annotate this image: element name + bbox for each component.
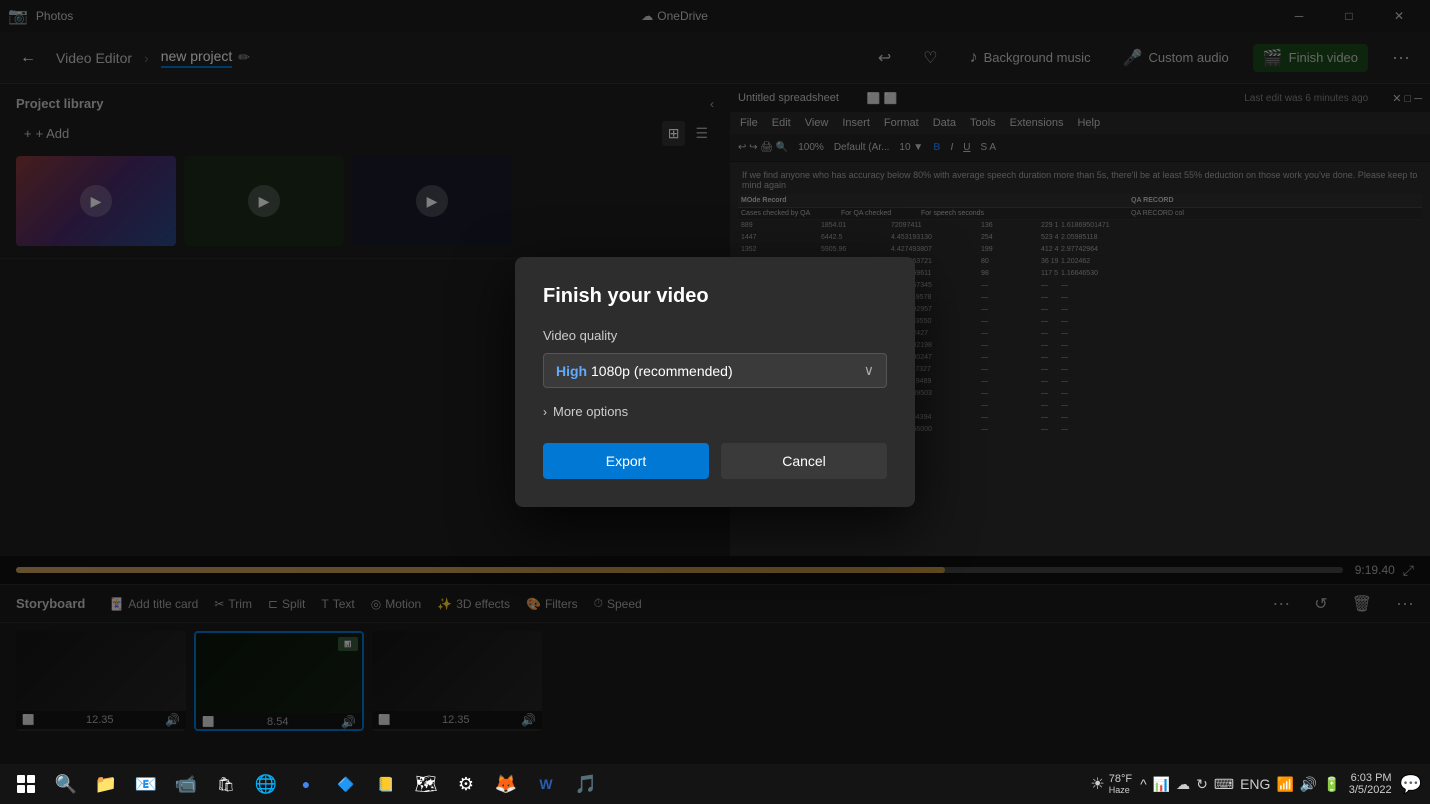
vlc-taskbar-button[interactable]: 🎵 [568, 766, 604, 802]
more-options-toggle[interactable]: › More options [543, 404, 887, 419]
word-taskbar-button[interactable]: W [528, 766, 564, 802]
clock-date: 3/5/2022 [1349, 784, 1392, 796]
finish-video-modal: Finish your video Video quality High 108… [515, 257, 915, 507]
battery-icon[interactable]: 🔋 [1323, 776, 1340, 793]
chrome-taskbar-button[interactable]: ● [288, 766, 324, 802]
file-explorer-taskbar-button[interactable]: 📁 [88, 766, 124, 802]
modal-buttons: Export Cancel [543, 443, 887, 479]
notification-button[interactable]: 💬 [1400, 774, 1422, 795]
weather-icon: ☀ [1090, 774, 1104, 794]
vpn-taskbar-button[interactable]: 🔷 [328, 766, 364, 802]
taskbar-clock[interactable]: 6:03 PM 3/5/2022 [1349, 772, 1392, 796]
modal-overlay: Finish your video Video quality High 108… [0, 0, 1430, 764]
settings-taskbar-button[interactable]: ⚙ [448, 766, 484, 802]
weather-text: 78°F Haze [1109, 773, 1132, 795]
tray-chevron[interactable]: ^ [1140, 776, 1147, 792]
language-indicator[interactable]: ENG [1240, 776, 1270, 792]
outlook-taskbar-button[interactable]: 📧 [128, 766, 164, 802]
maps-taskbar-button[interactable]: 🗺 [408, 766, 444, 802]
search-taskbar-button[interactable]: 🔍 [48, 766, 84, 802]
weather-widget[interactable]: ☀ 78°F Haze [1090, 773, 1132, 795]
edge-taskbar-button[interactable]: 🌐 [248, 766, 284, 802]
volume-icon[interactable]: 🔊 [1300, 776, 1317, 793]
start-button[interactable] [8, 766, 44, 802]
taskbar: 🔍 📁 📧 📹 🛍 🌐 ● 🔷 📒 🗺 ⚙ 🦊 W 🎵 ☀ 78°F Haze … [0, 764, 1430, 804]
discord-taskbar-button[interactable]: 📒 [368, 766, 404, 802]
clock-time: 6:03 PM [1349, 772, 1392, 784]
cancel-button[interactable]: Cancel [721, 443, 887, 479]
quality-value: High 1080p (recommended) [556, 363, 733, 379]
more-options-label: More options [553, 404, 628, 419]
wifi-icon[interactable]: 📶 [1276, 776, 1293, 793]
modal-title: Finish your video [543, 285, 887, 308]
more-options-chevron: › [543, 405, 547, 419]
start-icon [17, 775, 35, 793]
store-taskbar-button[interactable]: 🛍 [208, 766, 244, 802]
weather-condition: Haze [1109, 785, 1132, 795]
export-button[interactable]: Export [543, 443, 709, 479]
firefox-taskbar-button[interactable]: 🦊 [488, 766, 524, 802]
teams-taskbar-button[interactable]: 📹 [168, 766, 204, 802]
keyboard-icon[interactable]: ⌨ [1214, 776, 1234, 793]
quality-label: Video quality [543, 328, 887, 343]
quality-select[interactable]: High 1080p (recommended) ∨ [543, 353, 887, 388]
taskbar-right: ☀ 78°F Haze ^ 📊 ☁ ↻ ⌨ ENG 📶 🔊 🔋 6:03 PM … [1090, 772, 1422, 796]
system-tray: ^ 📊 ☁ ↻ ⌨ ENG 📶 🔊 🔋 [1140, 776, 1341, 793]
tray-icon1[interactable]: 📊 [1153, 776, 1170, 793]
temperature: 78°F [1109, 773, 1132, 785]
quality-select-chevron: ∨ [864, 362, 874, 379]
tray-icon2[interactable]: ☁ [1176, 776, 1190, 793]
tray-icon3[interactable]: ↻ [1196, 776, 1208, 793]
